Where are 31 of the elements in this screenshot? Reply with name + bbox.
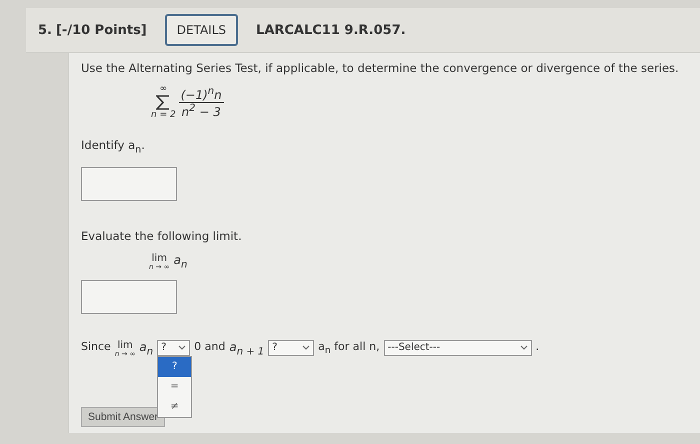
fraction-numerator: (−1)$^{n}$n: [178, 86, 224, 103]
answer-field[interactable]: [81, 167, 177, 202]
since-label: Since: [81, 340, 111, 353]
answer-field[interactable]: [81, 280, 177, 314]
submit-answer-button[interactable]: Submit Answer: [81, 406, 166, 427]
details-button[interactable]: DETAILS: [164, 14, 238, 46]
points-label: [-/10 Points]: [56, 22, 147, 38]
conclusion-select[interactable]: ---Select---: [384, 340, 532, 356]
limit-prompt: Evaluate the following limit.: [81, 229, 243, 244]
sum-upper-limit: ∞: [160, 85, 168, 94]
sigma-icon: [156, 94, 170, 111]
lim-label: lim: [117, 340, 133, 351]
identify-prompt: Identify a$_{n}$.: [81, 138, 145, 152]
dropdown-option[interactable]: =: [158, 376, 192, 397]
term-expression: a$_{n + 1}$: [229, 340, 264, 354]
for-all-label: a$_{n}$ for all n,: [318, 340, 380, 353]
chevron-down-icon: [520, 344, 528, 351]
lim-label: lim: [152, 253, 167, 264]
problem-code: LARCALC11 9.R.057.: [256, 22, 406, 38]
instructions-text: Use the Alternating Series Test, if applicable, to determine the convergence or divergence of the series.: [81, 61, 680, 75]
sum-lower-limit: n = 2: [151, 111, 176, 120]
limit-expression: a$_{n}$: [174, 253, 188, 268]
fraction-denominator: n$^{2}$ − 3: [182, 103, 221, 119]
dropdown-option[interactable]: ?: [158, 356, 192, 377]
chevron-down-icon: [302, 344, 310, 351]
period-label: .: [536, 340, 540, 353]
relation-select[interactable]: ?: [268, 340, 314, 356]
and-label: 0 and: [194, 340, 226, 353]
question-number: 5.: [38, 22, 52, 38]
limit-expression: a$_{n}$: [139, 340, 154, 354]
chevron-down-icon: [178, 344, 186, 351]
